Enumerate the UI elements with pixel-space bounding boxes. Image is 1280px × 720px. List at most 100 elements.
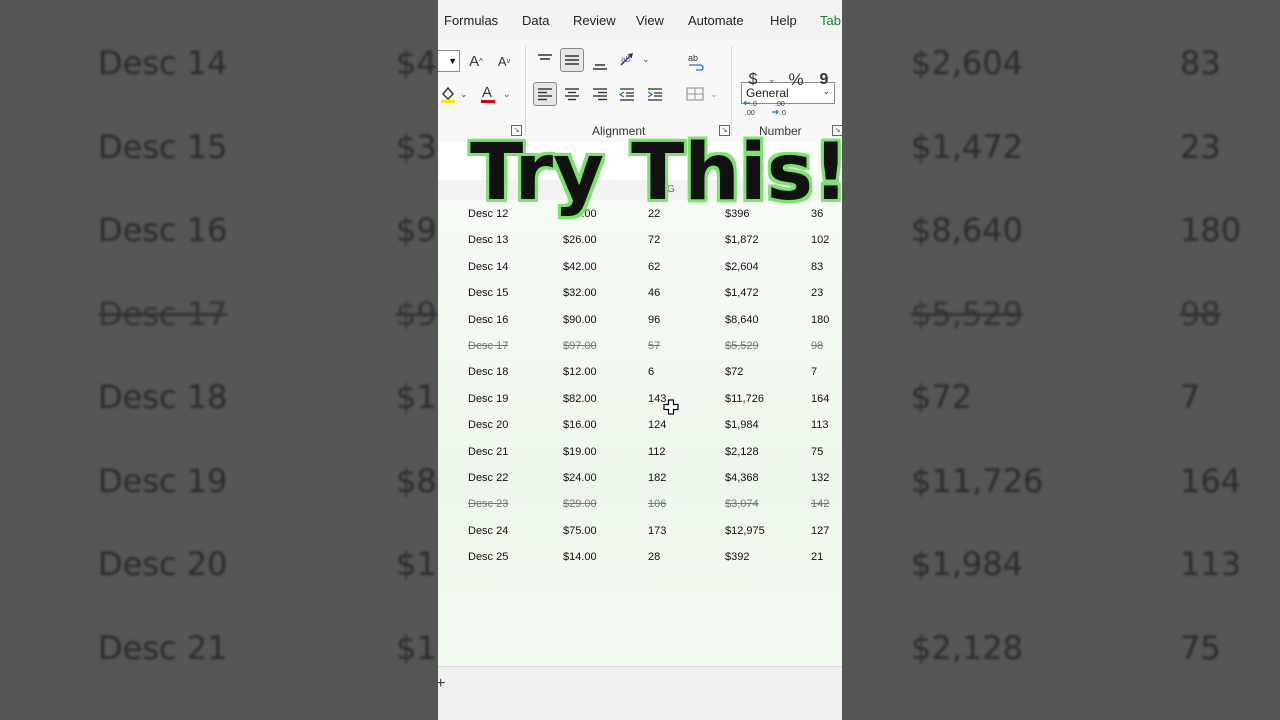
cell-price[interactable]: $16.00 — [563, 419, 597, 431]
cell-extra[interactable]: 102 — [811, 234, 829, 246]
orientation-icon[interactable]: ab — [616, 48, 640, 72]
cell-total[interactable]: $2,604 — [725, 261, 759, 273]
decrease-decimal-icon[interactable]: .00.0 — [769, 96, 793, 120]
align-left-icon[interactable] — [533, 82, 557, 106]
tab-automate[interactable]: Automate — [688, 13, 744, 28]
cell-total[interactable]: $1,872 — [725, 234, 759, 246]
cell-description[interactable]: Desc 22 — [468, 472, 508, 484]
cell-price[interactable]: $24.00 — [563, 472, 597, 484]
cell-price[interactable]: $32.00 — [563, 287, 597, 299]
cell-extra[interactable]: 98 — [811, 340, 823, 352]
cell-extra[interactable]: 75 — [811, 446, 823, 458]
cell-price[interactable]: $75.00 — [563, 525, 597, 537]
merge-dropdown-icon[interactable]: ⌄ — [710, 89, 718, 100]
font-color-dropdown-icon[interactable]: ⌄ — [503, 89, 511, 100]
cell-total[interactable]: $8,640 — [725, 314, 759, 326]
decrease-indent-icon[interactable] — [615, 82, 639, 106]
cell-price[interactable]: $12.00 — [563, 366, 597, 378]
cell-total[interactable]: $4,368 — [725, 472, 759, 484]
tab-table[interactable]: Tab — [820, 13, 841, 28]
increase-indent-icon[interactable] — [643, 82, 667, 106]
cell-quantity[interactable]: 112 — [648, 446, 666, 458]
cell-description[interactable]: Desc 20 — [468, 419, 508, 431]
table-row[interactable]: Desc 14 $42.00 62 $2,604 83 — [438, 254, 842, 280]
cell-price[interactable]: $14.00 — [563, 551, 597, 563]
cell-description[interactable]: Desc 15 — [468, 287, 508, 299]
accounting-format-icon[interactable]: $ — [741, 68, 765, 92]
font-color-icon[interactable]: A — [476, 82, 500, 106]
cell-description[interactable]: Desc 25 — [468, 551, 508, 563]
cell-quantity[interactable]: 124 — [648, 419, 666, 431]
align-bottom-icon[interactable] — [588, 52, 612, 76]
align-middle-icon[interactable] — [560, 48, 584, 72]
cell-extra[interactable]: 142 — [811, 498, 829, 510]
increase-font-size-icon[interactable]: A ^ — [464, 49, 488, 73]
cell-price[interactable]: $97.00 — [563, 340, 597, 352]
table-row[interactable]: Desc 22 $24.00 182 $4,368 132 — [438, 465, 842, 491]
cell-price[interactable]: $19.00 — [563, 446, 597, 458]
percent-style-icon[interactable]: % — [784, 68, 808, 92]
cell-extra[interactable]: 83 — [811, 261, 823, 273]
table-row[interactable]: Desc 20 $16.00 124 $1,984 113 — [438, 412, 842, 438]
table-row[interactable]: Desc 19 $82.00 143 $11,726 164 — [438, 386, 842, 412]
cell-description[interactable]: Desc 13 — [468, 234, 508, 246]
table-row[interactable]: Desc 25 $14.00 28 $392 21 — [438, 544, 842, 570]
fill-color-icon[interactable] — [438, 82, 460, 106]
cell-extra[interactable]: 21 — [811, 551, 823, 563]
cell-price[interactable]: $29.00 — [563, 498, 597, 510]
cell-extra[interactable]: 180 — [811, 314, 829, 326]
align-top-icon[interactable] — [533, 48, 557, 72]
add-sheet-icon[interactable]: + — [438, 675, 445, 693]
cell-price[interactable]: $26.00 — [563, 234, 597, 246]
merge-center-icon[interactable] — [683, 82, 707, 106]
cell-extra[interactable]: 23 — [811, 287, 823, 299]
table-row[interactable]: Desc 16 $90.00 96 $8,640 180 — [438, 307, 842, 333]
cell-extra[interactable]: 164 — [811, 393, 829, 405]
cell-quantity[interactable]: 173 — [648, 525, 666, 537]
cell-description[interactable]: Desc 14 — [468, 261, 508, 273]
table-row[interactable]: Desc 23 $29.00 106 $3,074 142 — [438, 491, 842, 517]
increase-decimal-icon[interactable]: .0.00 — [741, 96, 765, 120]
tab-formulas[interactable]: Formulas — [444, 13, 498, 28]
table-row[interactable]: Desc 24 $75.00 173 $12,975 127 — [438, 518, 842, 544]
cell-total[interactable]: $3,074 — [725, 498, 759, 510]
tab-view[interactable]: View — [636, 13, 664, 28]
table-row[interactable]: Desc 21 $19.00 112 $2,128 75 — [438, 439, 842, 465]
cell-total[interactable]: $392 — [725, 551, 749, 563]
cell-description[interactable]: Desc 24 — [468, 525, 508, 537]
cell-extra[interactable]: 132 — [811, 472, 829, 484]
align-right-icon[interactable] — [588, 82, 612, 106]
table-row[interactable]: Desc 15 $32.00 46 $1,472 23 — [438, 280, 842, 306]
cell-total[interactable]: $5,529 — [725, 340, 759, 352]
align-center-icon[interactable] — [560, 82, 584, 106]
decrease-font-size-icon[interactable]: Av — [492, 49, 516, 73]
cell-description[interactable]: Desc 23 — [468, 498, 508, 510]
cell-price[interactable]: $90.00 — [563, 314, 597, 326]
cell-quantity[interactable]: 57 — [648, 340, 660, 352]
cell-description[interactable]: Desc 21 — [468, 446, 508, 458]
tab-review[interactable]: Review — [573, 13, 616, 28]
cell-description[interactable]: Desc 17 — [468, 340, 508, 352]
cell-quantity[interactable]: 6 — [648, 366, 654, 378]
cell-quantity[interactable]: 46 — [648, 287, 660, 299]
cell-description[interactable]: Desc 18 — [468, 366, 508, 378]
cell-quantity[interactable]: 62 — [648, 261, 660, 273]
cell-price[interactable]: $42.00 — [563, 261, 597, 273]
cell-quantity[interactable]: 28 — [648, 551, 660, 563]
comma-style-icon[interactable]: 9 — [812, 68, 836, 92]
cell-quantity[interactable]: 106 — [648, 498, 666, 510]
cell-extra[interactable]: 7 — [811, 366, 817, 378]
cell-total[interactable]: $12,975 — [725, 525, 765, 537]
tab-help[interactable]: Help — [770, 13, 797, 28]
cell-description[interactable]: Desc 16 — [468, 314, 508, 326]
cell-total[interactable]: $1,984 — [725, 419, 759, 431]
fill-color-dropdown-icon[interactable]: ⌄ — [460, 89, 468, 100]
cell-extra[interactable]: 127 — [811, 525, 829, 537]
tab-data[interactable]: Data — [522, 13, 549, 28]
table-row[interactable]: Desc 17 $97.00 57 $5,529 98 — [438, 333, 842, 359]
worksheet-grid[interactable]: Desc 12 $18.00 22 $396 36 Desc 13 $26.00 72 $1,8… — [438, 200, 842, 666]
table-row[interactable]: Desc 18 $12.00 6 $72 7 — [438, 359, 842, 385]
cell-total[interactable]: $2,128 — [725, 446, 759, 458]
wrap-text-icon[interactable]: ab — [683, 50, 707, 74]
cell-extra[interactable]: 113 — [811, 419, 829, 431]
